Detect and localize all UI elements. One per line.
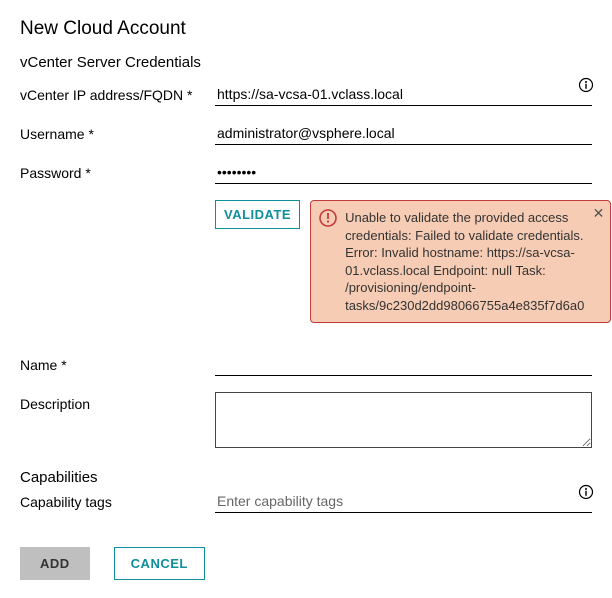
info-icon[interactable] — [578, 77, 594, 93]
ip-input[interactable] — [215, 83, 592, 106]
password-input[interactable] — [215, 161, 592, 184]
description-textarea[interactable] — [215, 392, 592, 448]
capability-tags-label: Capability tags — [20, 490, 215, 510]
username-input[interactable] — [215, 122, 592, 145]
error-alert: ✕ Unable to validate the provided access… — [310, 200, 611, 323]
name-label: Name * — [20, 353, 215, 373]
ip-label: vCenter IP address/FQDN * — [20, 83, 215, 103]
cancel-button[interactable]: CANCEL — [114, 547, 205, 580]
username-label: Username * — [20, 122, 215, 142]
credentials-section-title: vCenter Server Credentials — [20, 54, 592, 71]
capabilities-section-title: Capabilities — [20, 469, 592, 486]
validate-button[interactable]: VALIDATE — [215, 200, 300, 229]
password-label: Password * — [20, 161, 215, 181]
description-label: Description — [20, 392, 215, 412]
error-message-text: Unable to validate the provided access c… — [345, 210, 584, 313]
info-icon[interactable] — [578, 484, 594, 500]
add-button[interactable]: ADD — [20, 547, 90, 580]
page-title: New Cloud Account — [20, 18, 592, 40]
error-icon — [319, 209, 337, 232]
close-icon[interactable]: ✕ — [593, 206, 605, 220]
name-input[interactable] — [215, 353, 592, 376]
capability-tags-input[interactable] — [215, 490, 592, 513]
